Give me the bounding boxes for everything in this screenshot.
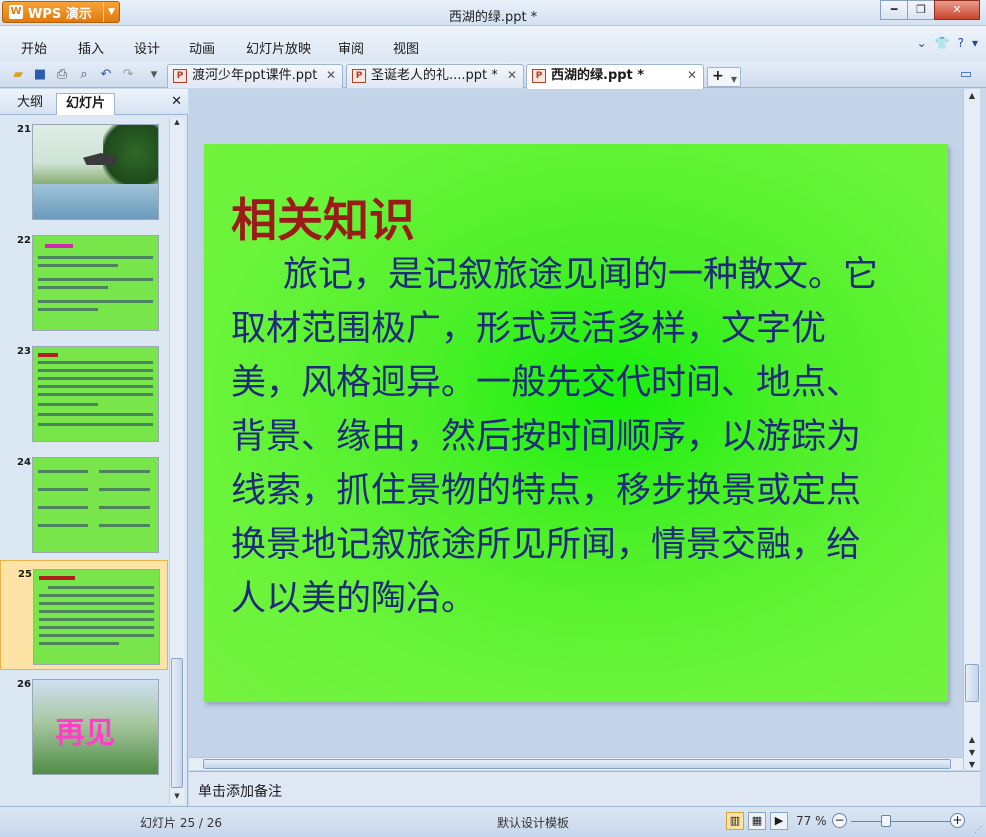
zoom-slider-track[interactable]	[851, 821, 951, 822]
scroll-down-icon[interactable]: ▼	[964, 748, 980, 757]
doc-tab-label: 西湖的绿.ppt *	[551, 68, 645, 83]
close-tab-icon[interactable]: ✕	[687, 65, 697, 86]
window-layout-icon[interactable]: ▭	[958, 67, 974, 83]
zoom-out-icon[interactable]: −	[832, 813, 847, 828]
slide-sorter-view-icon[interactable]: ▦	[748, 812, 766, 830]
zoom-slider-handle[interactable]	[881, 815, 891, 827]
thumbnail-24[interactable]: 24	[0, 449, 168, 559]
thumbnail-number: 24	[17, 457, 31, 468]
doc-tab-3[interactable]: P 西湖的绿.ppt * ✕	[526, 64, 704, 89]
close-panel-icon[interactable]: ✕	[171, 94, 182, 109]
thumbnail-image	[33, 569, 160, 665]
current-slide[interactable]: 相关知识 旅记，是记叙旅途见闻的一种散文。它取材范围极广，形式灵活多样，文字优美…	[204, 144, 948, 702]
scrollbar-thumb[interactable]	[171, 658, 183, 788]
thumbnail-image	[32, 235, 159, 331]
zoom-level: 77 %	[796, 814, 827, 828]
redo-icon[interactable]: ↷	[120, 67, 136, 83]
menu-slideshow[interactable]: 幻灯片放映	[246, 38, 311, 57]
minimize-button[interactable]: ━	[880, 0, 908, 20]
skin-shirt-icon[interactable]: 👕	[935, 36, 950, 50]
scrollbar-thumb[interactable]	[203, 759, 951, 769]
thumbnail-26[interactable]: 26 再见	[0, 671, 168, 781]
slide-body-text[interactable]: 旅记，是记叙旅途见闻的一种散文。它取材范围极广，形式灵活多样，文字优美，风格迥异…	[231, 248, 881, 626]
menu-animation[interactable]: 动画	[189, 38, 215, 57]
notes-placeholder[interactable]: 单击添加备注	[198, 784, 282, 800]
doc-tab-label: 圣诞老人的礼....ppt *	[371, 68, 498, 83]
thumbnail-list: 21 22 23 24 25 26 再见	[0, 116, 168, 806]
slide-canvas: 相关知识 旅记，是记叙旅途见闻的一种散文。它取材范围极广，形式灵活多样，文字优美…	[189, 89, 963, 757]
menu-view[interactable]: 视图	[393, 38, 419, 57]
thumbnail-number: 23	[17, 346, 31, 357]
thumbnail-image	[32, 346, 159, 442]
save-icon[interactable]: ■	[32, 67, 48, 83]
doc-tab-label: 渡河少年ppt课件.ppt	[192, 68, 318, 83]
normal-view-icon[interactable]: ▥	[726, 812, 744, 830]
thumbnail-number: 25	[18, 569, 32, 580]
ppt-file-icon: P	[532, 69, 546, 83]
window-title: 西湖的绿.ppt *	[448, 10, 538, 25]
new-tab-button[interactable]: + ▼	[707, 67, 741, 87]
tab-outline[interactable]: 大纲	[8, 93, 52, 115]
ppt-file-icon: P	[352, 69, 366, 83]
close-tab-icon[interactable]: ✕	[326, 65, 336, 86]
customize-toolbar-icon[interactable]: ▾	[146, 67, 162, 83]
thumbnail-23[interactable]: 23	[0, 338, 168, 448]
slide-vertical-scrollbar[interactable]: ▲ ▲ ▼ ▼	[963, 89, 980, 770]
print-preview-icon[interactable]: ⌕	[76, 67, 92, 83]
menu-review[interactable]: 审阅	[338, 38, 364, 57]
thumbnail-number: 22	[17, 235, 31, 246]
close-tab-icon[interactable]: ✕	[507, 65, 517, 86]
slide-horizontal-scrollbar[interactable]	[189, 757, 963, 770]
print-icon[interactable]: ⎙	[54, 67, 70, 83]
status-bar: 幻灯片 25 / 26 默认设计模板 ▥ ▦ ▶ 77 % − + ⋰	[0, 806, 986, 837]
slideshow-view-icon[interactable]: ▶	[770, 812, 788, 830]
quick-access-toolbar: ▰ ■ ⎙ ⌕ ↶ ↷ ▾ P 渡河少年ppt课件.ppt ✕ P 圣诞老人的礼…	[0, 62, 986, 89]
chevron-down-icon[interactable]: ▼	[731, 71, 737, 88]
menu-home[interactable]: 开始	[21, 38, 47, 57]
thumbnail-25[interactable]: 25	[0, 560, 168, 670]
doc-tab-2[interactable]: P 圣诞老人的礼....ppt * ✕	[346, 64, 524, 88]
help-dropdown-icon[interactable]: ▾	[972, 36, 978, 50]
slide-counter: 幻灯片 25 / 26	[140, 816, 223, 830]
thumbnail-number: 26	[17, 679, 31, 690]
collapse-ribbon-icon[interactable]: ⌄	[917, 36, 927, 50]
help-icon[interactable]: ?	[958, 36, 964, 50]
thumbnail-image: 再见	[32, 679, 159, 775]
thumbnail-scrollbar[interactable]: ▲ ▼	[169, 118, 184, 804]
open-folder-icon[interactable]: ▰	[10, 67, 26, 83]
panel-tabs: 大纲 幻灯片 ✕	[0, 89, 188, 115]
thumbnail-image	[32, 457, 159, 553]
slides-panel: 大纲 幻灯片 ✕ 21 22 23 24 25 26 再见 ▲ ▼	[0, 89, 188, 806]
menu-insert[interactable]: 插入	[78, 38, 104, 57]
scrollbar-thumb[interactable]	[965, 664, 979, 702]
scroll-up-icon[interactable]: ▲	[964, 91, 980, 100]
close-button[interactable]: ✕	[934, 0, 980, 20]
menu-bar: 开始 插入 设计 动画 幻灯片放映 审阅 视图 ⌄ 👕 ? ▾	[0, 26, 986, 62]
undo-icon[interactable]: ↶	[98, 67, 114, 83]
scroll-up-icon[interactable]: ▲	[170, 118, 184, 130]
tab-slides[interactable]: 幻灯片	[56, 93, 116, 115]
thumbnail-number: 21	[17, 124, 31, 135]
prev-slide-icon[interactable]: ▲	[964, 735, 980, 744]
doc-tab-1[interactable]: P 渡河少年ppt课件.ppt ✕	[167, 64, 343, 88]
thumbnail-22[interactable]: 22	[0, 227, 168, 337]
design-template-label[interactable]: 默认设计模板	[497, 814, 569, 831]
menu-design[interactable]: 设计	[134, 38, 160, 57]
maximize-button[interactable]: ❐	[907, 0, 935, 20]
notes-pane[interactable]: 单击添加备注	[189, 771, 980, 806]
thumbnail-image	[32, 124, 159, 220]
scroll-down-icon[interactable]: ▼	[170, 792, 184, 804]
next-slide-icon[interactable]: ▼	[964, 760, 980, 769]
title-bar: W WPS 演示 ▼ 西湖的绿.ppt * ━ ❐ ✕	[0, 0, 986, 26]
thumbnail-overlay-text: 再见	[55, 716, 115, 751]
ppt-file-icon: P	[173, 69, 187, 83]
menu-right-icons: ⌄ 👕 ? ▾	[917, 36, 978, 50]
thumbnail-21[interactable]: 21	[0, 116, 168, 226]
window-controls: ━ ❐ ✕	[880, 0, 980, 20]
slide-title[interactable]: 相关知识	[231, 184, 415, 250]
zoom-in-icon[interactable]: +	[950, 813, 965, 828]
resize-grip-icon[interactable]: ⋰	[974, 825, 984, 835]
